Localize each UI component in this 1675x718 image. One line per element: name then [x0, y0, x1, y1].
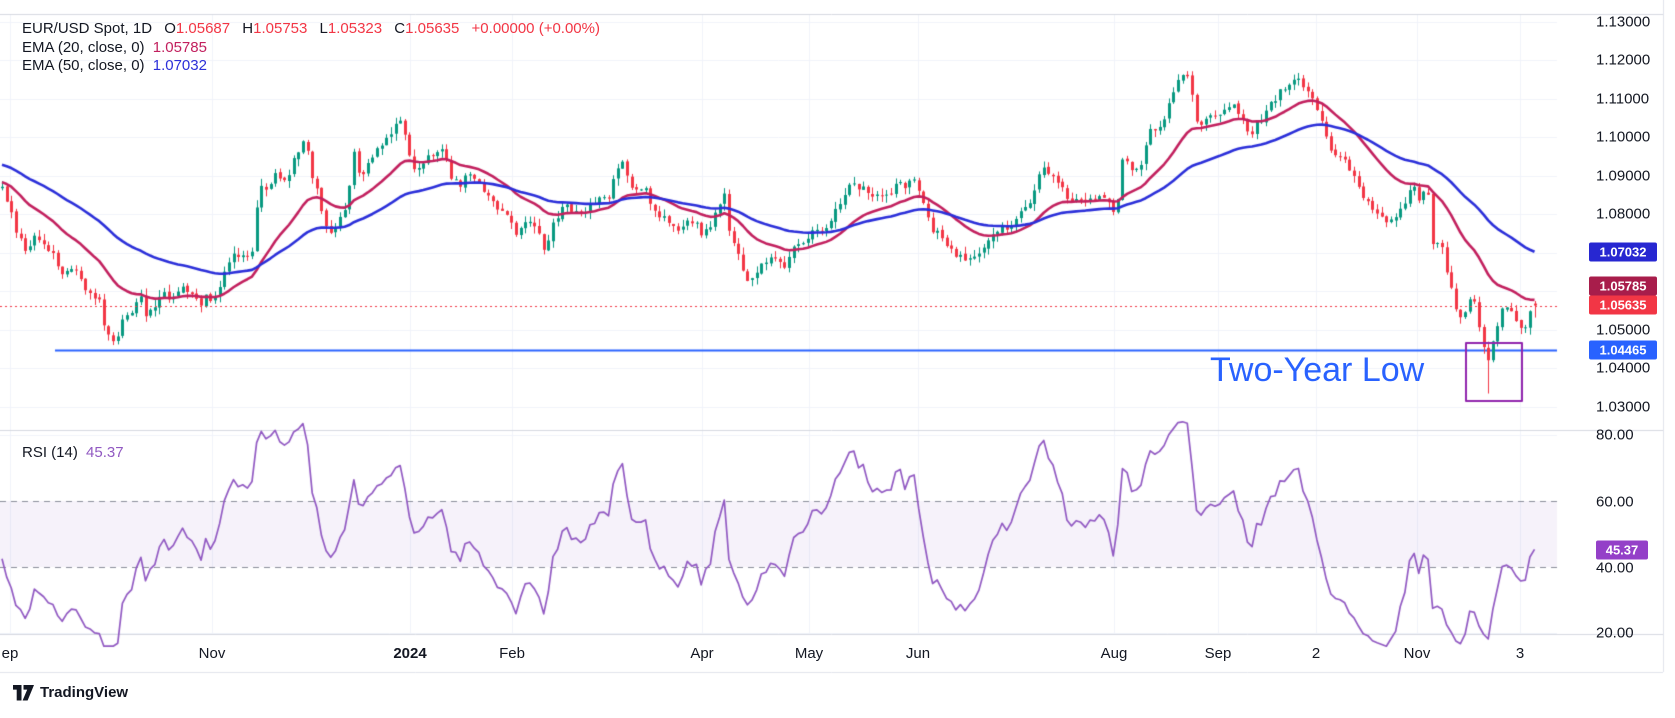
- low-value: 1.05323: [328, 20, 382, 37]
- rsi-value-badge: 45.37: [1596, 541, 1648, 560]
- axis-time-label: May: [795, 645, 823, 662]
- axis-price-label: 60.00: [1596, 494, 1634, 511]
- axis-time-label: Jun: [906, 645, 930, 662]
- axis-time-label: Nov: [1404, 645, 1431, 662]
- axis-time-label: Feb: [499, 645, 525, 662]
- axis-price-label: 1.08000: [1596, 206, 1650, 223]
- axis-time-label: 3: [1516, 645, 1524, 662]
- chart-window: { "header": { "symbol_title": "EUR/USD S…: [0, 0, 1675, 718]
- axis-time-label: Nov: [199, 645, 226, 662]
- axis-price-label: 1.09000: [1596, 168, 1650, 185]
- rsi-label: RSI (14): [22, 444, 78, 461]
- close-label: C: [394, 20, 405, 37]
- axis-time-label: 2: [1312, 645, 1320, 662]
- axis-time-label: ep: [2, 645, 19, 662]
- change-value: +0.00000 (+0.00%): [472, 20, 600, 37]
- ema50-value: 1.07032: [153, 57, 207, 74]
- ema50-legend[interactable]: EMA (50, close, 0) 1.07032: [22, 57, 207, 74]
- open-value: 1.05687: [176, 20, 230, 37]
- axis-price-label: 1.10000: [1596, 129, 1650, 146]
- axis-price-label: 20.00: [1596, 625, 1634, 642]
- ema20-price-badge: 1.05785: [1589, 277, 1657, 296]
- tradingview-logo-icon: [13, 685, 34, 701]
- ema20-legend[interactable]: EMA (20, close, 0) 1.05785: [22, 39, 207, 56]
- open-label: O: [164, 20, 176, 37]
- tradingview-logo[interactable]: TradingView: [13, 684, 128, 701]
- symbol-legend[interactable]: EUR/USD Spot, 1D O1.05687 H1.05753 L1.05…: [22, 20, 600, 37]
- low-label: L: [320, 20, 328, 37]
- axis-price-label: 1.05000: [1596, 322, 1650, 339]
- ema20-label: EMA (20, close, 0): [22, 39, 145, 56]
- axis-time-label: Sep: [1205, 645, 1232, 662]
- axis-time-label: Aug: [1101, 645, 1128, 662]
- axis-price-label: 1.04000: [1596, 360, 1650, 377]
- high-value: 1.05753: [253, 20, 307, 37]
- ema50-price-badge: 1.07032: [1589, 243, 1657, 262]
- axis-price-label: 1.13000: [1596, 14, 1650, 31]
- last-price-badge: 1.05635: [1589, 296, 1657, 315]
- tradingview-logo-text: TradingView: [40, 684, 128, 701]
- axis-price-label: 40.00: [1596, 560, 1634, 577]
- two-year-low-annotation[interactable]: Two-Year Low: [1210, 351, 1424, 390]
- axis-time-label: Apr: [690, 645, 713, 662]
- rsi-legend[interactable]: RSI (14) 45.37: [22, 444, 124, 461]
- support-price-badge: 1.04465: [1589, 341, 1657, 360]
- axis-price-label: 80.00: [1596, 427, 1634, 444]
- axis-price-label: 1.11000: [1596, 91, 1649, 108]
- ema50-label: EMA (50, close, 0): [22, 57, 145, 74]
- axis-time-label: 2024: [393, 645, 426, 662]
- ema20-value: 1.05785: [153, 39, 207, 56]
- symbol-title: EUR/USD Spot, 1D: [22, 20, 152, 37]
- axis-price-label: 1.12000: [1596, 52, 1650, 69]
- axis-price-label: 1.03000: [1596, 399, 1650, 416]
- high-label: H: [242, 20, 253, 37]
- close-value: 1.05635: [405, 20, 459, 37]
- rsi-value: 45.37: [86, 444, 124, 461]
